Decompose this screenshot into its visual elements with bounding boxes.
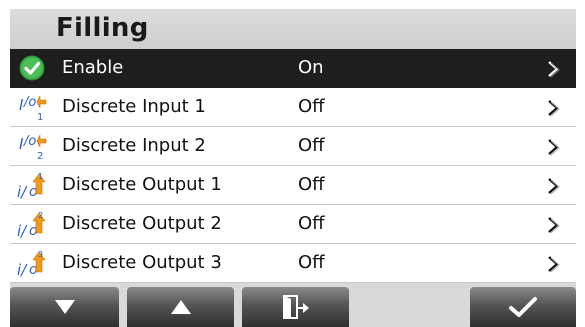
page-title: Filling bbox=[56, 13, 149, 43]
svg-text:i/: i/ bbox=[17, 183, 28, 200]
list-item-label: Enable bbox=[62, 57, 124, 78]
list-item-discrete-output-1[interactable]: i/ o 1 Discrete Output 1 Off bbox=[10, 166, 576, 205]
softkey-toolbar bbox=[10, 287, 576, 327]
svg-text:i/: i/ bbox=[17, 261, 28, 278]
list-item-label: Discrete Output 3 bbox=[62, 252, 222, 273]
chevron-right-icon bbox=[548, 178, 560, 195]
exit-button[interactable] bbox=[242, 287, 349, 327]
list-item-value: On bbox=[298, 57, 324, 78]
list-item-value: Off bbox=[298, 174, 325, 195]
checkmark-circle-icon bbox=[19, 55, 45, 81]
confirm-button[interactable] bbox=[470, 287, 576, 327]
list-item-label: Discrete Output 1 bbox=[62, 174, 222, 195]
svg-text:/o: /o bbox=[23, 95, 36, 110]
list-item-discrete-input-2[interactable]: I /o 2 Discrete Input 2 Off bbox=[10, 127, 576, 166]
list-item-discrete-output-3[interactable]: i/ o 3 Discrete Output 3 Off bbox=[10, 244, 576, 283]
scroll-up-button[interactable] bbox=[127, 287, 234, 327]
arrow-up-icon bbox=[170, 300, 191, 314]
svg-text:2: 2 bbox=[38, 211, 43, 220]
checkmark-icon bbox=[509, 297, 537, 317]
chevron-right-icon bbox=[548, 139, 560, 156]
discrete-input-2-icon: I /o 2 bbox=[19, 134, 47, 161]
scroll-down-button[interactable] bbox=[10, 287, 119, 327]
svg-text:/o: /o bbox=[23, 134, 36, 149]
svg-text:3: 3 bbox=[38, 250, 43, 259]
list-item-discrete-output-2[interactable]: i/ o 2 Discrete Output 2 Off bbox=[10, 205, 576, 244]
exit-icon bbox=[282, 295, 309, 319]
svg-text:1: 1 bbox=[38, 172, 43, 181]
svg-text:2: 2 bbox=[37, 151, 43, 161]
list-item-discrete-input-1[interactable]: I /o 1 Discrete Input 1 Off bbox=[10, 88, 576, 127]
svg-text:i/: i/ bbox=[17, 222, 28, 239]
list-item-label: Discrete Output 2 bbox=[62, 213, 222, 234]
list-item-value: Off bbox=[298, 213, 325, 234]
chevron-right-icon bbox=[548, 100, 560, 117]
list-item-value: Off bbox=[298, 135, 325, 156]
discrete-output-2-icon: i/ o 2 bbox=[17, 211, 46, 239]
filling-screen: Filling Enable On I /o 1 Discrete Input … bbox=[10, 9, 576, 327]
list-item-label: Discrete Input 1 bbox=[62, 96, 206, 117]
settings-list: Enable On I /o 1 Discrete Input 1 Off I … bbox=[10, 49, 576, 283]
list-item-value: Off bbox=[298, 96, 325, 117]
discrete-output-3-icon: i/ o 3 bbox=[17, 250, 46, 278]
chevron-right-icon bbox=[548, 256, 560, 273]
discrete-output-1-icon: i/ o 1 bbox=[17, 172, 46, 200]
svg-text:1: 1 bbox=[37, 112, 43, 122]
list-item-value: Off bbox=[298, 252, 325, 273]
list-item-label: Discrete Input 2 bbox=[62, 135, 206, 156]
chevron-right-icon bbox=[548, 217, 560, 234]
title-bar: Filling bbox=[10, 9, 576, 49]
arrow-down-icon bbox=[54, 300, 75, 314]
discrete-input-1-icon: I /o 1 bbox=[19, 95, 47, 122]
chevron-right-icon bbox=[548, 61, 560, 78]
list-item-enable[interactable]: Enable On bbox=[10, 49, 576, 88]
